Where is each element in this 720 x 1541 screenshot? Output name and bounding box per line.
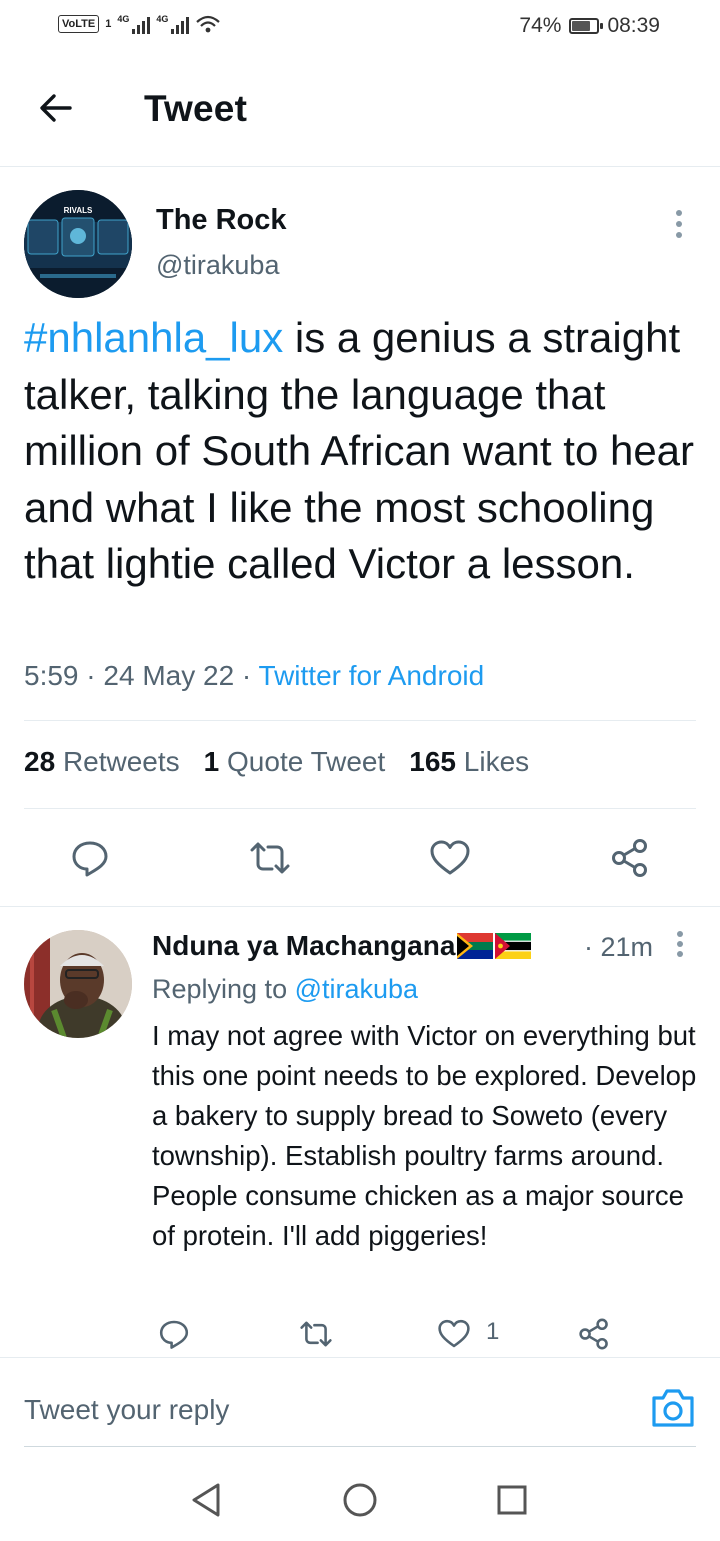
quotes-stat[interactable]: 1 Quote Tweet (204, 746, 386, 778)
reply-author-avatar[interactable] (24, 930, 132, 1038)
author-handle[interactable]: @tirakuba (156, 250, 279, 281)
south-africa-flag-icon (457, 933, 494, 959)
tweet-source-link[interactable]: Twitter for Android (259, 660, 485, 691)
share-icon (579, 1318, 608, 1350)
reply-icon (72, 841, 108, 877)
heart-icon (430, 840, 470, 875)
clock: 08:39 (607, 14, 660, 37)
square-recents-icon (497, 1485, 527, 1515)
nav-recents-button[interactable] (488, 1476, 536, 1524)
page-title: Tweet (144, 88, 248, 129)
author-name[interactable]: The Rock (156, 204, 287, 237)
more-options-button[interactable] (664, 205, 694, 245)
back-button[interactable] (34, 86, 78, 130)
quotes-label: Quote Tweet (227, 746, 386, 777)
signal-icon: 4G (117, 14, 151, 34)
battery-icon (569, 18, 604, 34)
replying-mention-link[interactable]: @tirakuba (295, 974, 418, 1004)
circle-home-icon (343, 1483, 377, 1517)
camera-icon (652, 1389, 694, 1427)
tweet-meta: 5:59 · 24 May 22 · Twitter for Android (24, 660, 484, 692)
reply-timestamp: · 21m (584, 932, 654, 962)
retweet-button[interactable] (246, 834, 294, 882)
tweet-time: 5:59 (24, 660, 79, 691)
wifi-icon (196, 15, 221, 33)
mozambique-flag-icon (495, 933, 532, 959)
reply-text: I may not agree with Victor on everythin… (152, 1020, 697, 1251)
signal-icon-2: 4G (156, 14, 190, 34)
likes-label: Likes (463, 746, 530, 777)
arrow-left-icon (40, 94, 72, 122)
divider (24, 720, 696, 721)
meta-separator-2: · (234, 660, 259, 691)
tweet-actions (0, 810, 720, 906)
volte-badge: VoLTE (58, 15, 100, 33)
reply-icon (159, 1320, 189, 1349)
reply-button[interactable] (66, 834, 114, 882)
reply-retweet-button[interactable] (292, 1310, 340, 1358)
share-button[interactable] (606, 834, 654, 882)
section-divider (0, 906, 720, 907)
hashtag-link[interactable]: #nhlanhla_lux (24, 314, 283, 361)
like-button[interactable] (426, 834, 474, 882)
more-vertical-icon (677, 931, 683, 957)
network-type-1: 4G (117, 14, 130, 24)
system-navigation-bar (0, 1460, 720, 1541)
tweet-date: 24 May 22 (103, 660, 235, 691)
triangle-back-icon (192, 1483, 220, 1517)
replying-prefix: Replying to (152, 974, 295, 1004)
retweets-count: 28 (24, 746, 56, 777)
heart-icon (438, 1319, 470, 1348)
share-icon (612, 839, 647, 877)
network-type-2: 4G (156, 14, 169, 24)
tweet-text: #nhlanhla_lux is a genius a straight tal… (24, 310, 704, 593)
avatar-image (24, 930, 132, 1038)
quotes-count: 1 (203, 746, 220, 777)
reply-like-count: 1 (486, 1318, 500, 1345)
divider (24, 808, 696, 809)
status-left: VoLTE 1 4G 4G (58, 14, 221, 34)
tweet-reply-input[interactable] (24, 1388, 624, 1432)
camera-button[interactable] (650, 1386, 696, 1430)
reply-share-button[interactable] (570, 1310, 618, 1358)
reply-actions: 1 (0, 1310, 720, 1358)
reply-reply-button[interactable] (150, 1310, 198, 1358)
more-vertical-icon (676, 210, 682, 238)
avatar-image: RIVALS (24, 190, 132, 298)
likes-count: 165 (409, 746, 456, 777)
likes-stat[interactable]: 165 Likes (409, 746, 529, 778)
reply-like-button[interactable] (430, 1310, 478, 1358)
retweets-label: Retweets (62, 746, 180, 777)
battery-percent: 74% (519, 14, 562, 37)
nav-home-button[interactable] (336, 1476, 384, 1524)
nav-back-button[interactable] (182, 1476, 230, 1524)
composer-top-divider (0, 1357, 720, 1358)
retweet-icon (300, 1321, 332, 1347)
avatar-logo-text: RIVALS (64, 206, 93, 215)
sim-indicator: 1 (105, 18, 112, 30)
reply-author[interactable]: Nduna ya Machangana (152, 930, 532, 962)
meta-separator: · (78, 660, 104, 691)
engagement-stats: 28 Retweets 1 Quote Tweet 165 Likes (24, 746, 529, 778)
status-right: 74% 08:39 (519, 14, 660, 38)
retweets-stat[interactable]: 28 Retweets (24, 746, 180, 778)
top-app-bar: Tweet (0, 56, 720, 167)
reply-composer (24, 1380, 696, 1447)
status-bar: VoLTE 1 4G 4G 74% 08:39 (0, 0, 720, 56)
reply-more-options-button[interactable] (666, 928, 694, 964)
author-avatar[interactable]: RIVALS (24, 190, 132, 298)
replying-to: Replying to @tirakuba (152, 974, 418, 1005)
retweet-icon (250, 842, 290, 874)
reply-author-name: Nduna ya Machangana (152, 930, 456, 961)
